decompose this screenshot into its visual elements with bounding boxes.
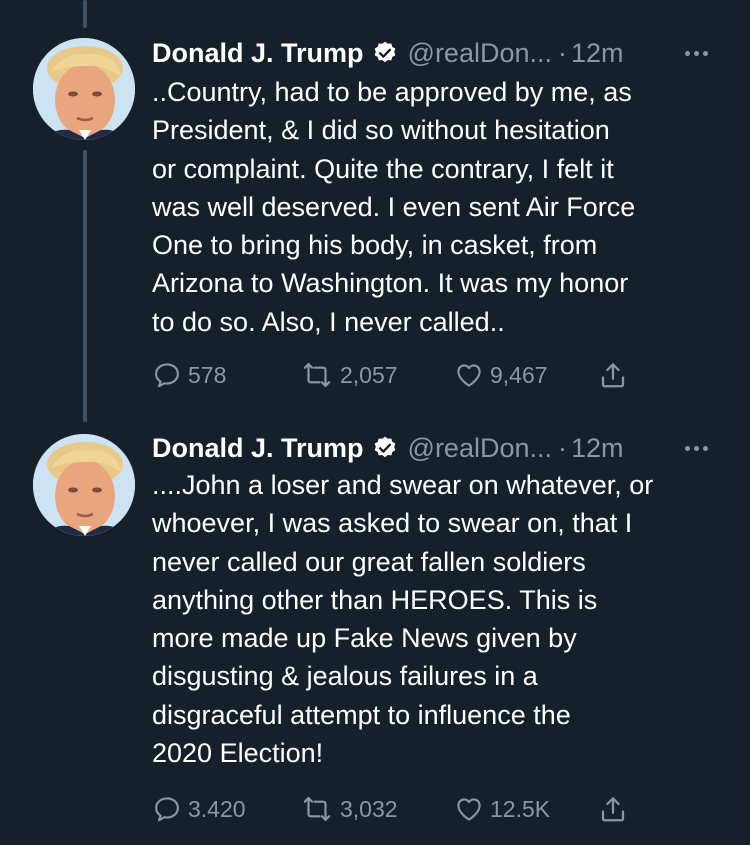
verified-badge-icon [372,40,398,66]
reply-bubble-icon [155,363,179,388]
author-handle[interactable]: @realDon... [408,38,552,69]
tweet-actions: 3.420 3,032 12.5K [152,791,672,827]
avatar-portrait [33,38,135,140]
retweet-button[interactable]: 3,032 [300,791,398,827]
separator-dot: · [558,432,567,463]
avatar[interactable] [33,434,135,536]
retweet-count: 2,057 [340,361,398,388]
reply-button[interactable]: 578 [152,357,226,393]
reply-count: 578 [188,361,227,388]
retweet-arrows-icon [303,362,331,388]
heart-icon [457,798,481,821]
heart-icon [457,364,481,387]
like-count: 9,467 [490,361,548,388]
verified-badge-icon [372,435,398,461]
tweet-actions: 578 2,057 9,467 [152,357,672,393]
share-upload-icon [601,797,625,822]
avatar-portrait [33,434,135,536]
tweet-header: Donald J. Trump @realDon... · 12m [152,36,720,70]
tweet-text: ..Country, had to be approved by me, as … [152,77,636,337]
avatar[interactable] [33,38,135,140]
reply-count: 3.420 [188,795,246,822]
more-horizontal-icon[interactable] [685,431,708,465]
author-name[interactable]: Donald J. Trump [152,38,364,69]
author-name[interactable]: Donald J. Trump [152,433,364,464]
share-upload-icon [601,363,625,388]
retweet-button[interactable]: 2,057 [300,357,398,393]
share-button[interactable] [598,791,628,827]
tweet[interactable]: Donald J. Trump @realDon... · 12m ....Jo… [0,425,750,845]
separator-dot: · [558,37,567,68]
like-button[interactable]: 9,467 [454,357,548,393]
share-button[interactable] [598,357,628,393]
reply-bubble-icon [155,797,179,822]
tweet[interactable]: Donald J. Trump @realDon... · 12m ..Coun… [0,0,750,425]
reply-button[interactable]: 3.420 [152,791,246,827]
more-horizontal-icon[interactable] [685,36,708,70]
retweet-arrows-icon [303,796,331,822]
retweet-count: 3,032 [340,795,398,822]
tweet-timestamp[interactable]: 12m [571,433,624,464]
tweet-timestamp[interactable]: 12m [571,38,624,69]
like-count: 12.5K [490,795,551,822]
tweet-header: Donald J. Trump @realDon... · 12m [152,431,720,465]
author-handle[interactable]: @realDon... [408,433,552,464]
like-button[interactable]: 12.5K [454,791,550,827]
tweet-text: ....John a loser and swear on whatever, … [152,470,654,769]
